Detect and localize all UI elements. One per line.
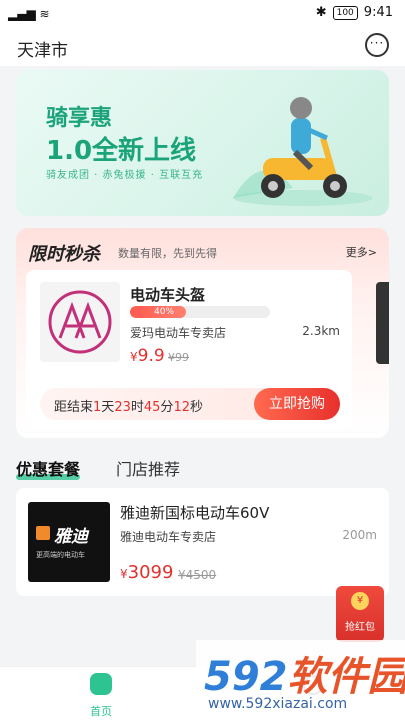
tab-packages[interactable]: 优惠套餐 [16, 456, 80, 480]
signal-icon: ▂▄▆ ≋ [8, 7, 50, 21]
red-packet-button[interactable]: ¥ 抢红包 [336, 586, 384, 642]
countdown-seconds: 12 [173, 400, 190, 415]
sold-progress-bar: 40% [130, 306, 270, 318]
flash-sale-section: 限时秒杀 数量有限，先到先得 更多> 电动车头盔 40% 爱玛电动车专卖店 2.… [16, 228, 389, 438]
countdown-hours: 23 [114, 400, 131, 415]
promo-banner[interactable]: 骑享惠 1.0全新上线 骑友成团 · 赤兔极援 · 互联互充 [16, 70, 389, 216]
price-value: 3099 [127, 562, 174, 583]
red-packet-label: 抢红包 [345, 622, 375, 633]
coin-icon: ¥ [351, 592, 369, 610]
watermark-name: 软件园 [287, 654, 405, 700]
message-icon[interactable]: ··· [365, 33, 389, 57]
nav-home[interactable]: 首页 [76, 673, 126, 719]
status-time: 9:41 [363, 5, 393, 20]
site-watermark: 592软件园 www.592xiazai.com [196, 640, 405, 720]
package-image: 雅迪 更高端的电动车 [28, 502, 110, 582]
banner-tagline: 骑友成团 · 赤兔极援 · 互联互充 [46, 170, 204, 181]
watermark-number: 592 [204, 654, 288, 700]
product-name: 电动车头盔 [130, 286, 206, 304]
scooter-rider-illustration [233, 97, 373, 206]
next-product-card-peek[interactable] [376, 282, 389, 364]
sold-progress-label: 40% [154, 307, 175, 317]
countdown-day-unit: 天 [101, 400, 115, 415]
bluetooth-icon: ✱ [315, 5, 327, 20]
section-tabs: 优惠套餐 门店推荐 [16, 456, 389, 480]
banner-title: 骑享惠 [46, 106, 113, 131]
product-distance: 2.3km [302, 324, 340, 338]
yadea-logo-icon [36, 526, 50, 540]
tab-store-recommend[interactable]: 门店推荐 [116, 456, 180, 480]
package-distance: 200m [342, 528, 377, 542]
brand-slogan: 更高端的电动车 [36, 551, 85, 559]
product-price: ¥9.9 [130, 346, 165, 366]
countdown-second-unit: 秒 [189, 400, 203, 415]
aima-logo-icon [48, 290, 112, 354]
flash-sale-title: 限时秒杀 [28, 244, 100, 265]
brand-logo-text: 雅迪 [54, 527, 88, 547]
product-original-price: ¥99 [168, 351, 189, 364]
flash-sale-product-card[interactable]: 电动车头盔 40% 爱玛电动车专卖店 2.3km ¥9.9 ¥99 距结束1天2… [26, 270, 352, 428]
countdown-bar: 距结束1天23时45分12秒 立即抢购 [40, 388, 340, 420]
banner-headline: 1.0全新上线 [46, 136, 197, 166]
package-store: 雅迪电动车专卖店 [120, 530, 217, 544]
package-price: ¥3099 [120, 562, 173, 583]
countdown-hour-unit: 时 [130, 400, 144, 415]
currency-symbol: ¥ [130, 350, 138, 364]
nav-home-label: 首页 [90, 705, 112, 718]
battery-icon: 100 [332, 5, 358, 20]
product-image [40, 282, 120, 362]
buy-now-button[interactable]: 立即抢购 [254, 388, 340, 420]
countdown-prefix: 距结束 [54, 400, 94, 415]
flash-sale-subtitle: 数量有限，先到先得 [118, 247, 217, 260]
flash-sale-more-link[interactable]: 更多> [346, 244, 377, 260]
product-store: 爱玛电动车专卖店 [130, 326, 227, 340]
status-bar: ▂▄▆ ≋ ✱ 100 9:41 [0, 0, 405, 28]
countdown-text: 距结束1天23时45分12秒 [54, 396, 203, 415]
watermark-logo: 592软件园 [204, 644, 405, 702]
home-icon [90, 673, 112, 695]
package-name: 雅迪新国标电动车60V [120, 504, 270, 522]
countdown-minutes: 45 [143, 400, 161, 415]
package-original-price: ¥4500 [178, 568, 217, 582]
price-value: 9.9 [137, 346, 165, 366]
package-card[interactable]: 雅迪 更高端的电动车 雅迪新国标电动车60V 雅迪电动车专卖店 200m ¥30… [16, 488, 389, 596]
currency-symbol: ¥ [120, 567, 128, 581]
city-selector[interactable]: 天津市 [17, 36, 68, 61]
app-header: 天津市 ··· [0, 28, 405, 66]
watermark-url: www.592xiazai.com [208, 696, 348, 712]
countdown-minute-unit: 分 [160, 400, 174, 415]
